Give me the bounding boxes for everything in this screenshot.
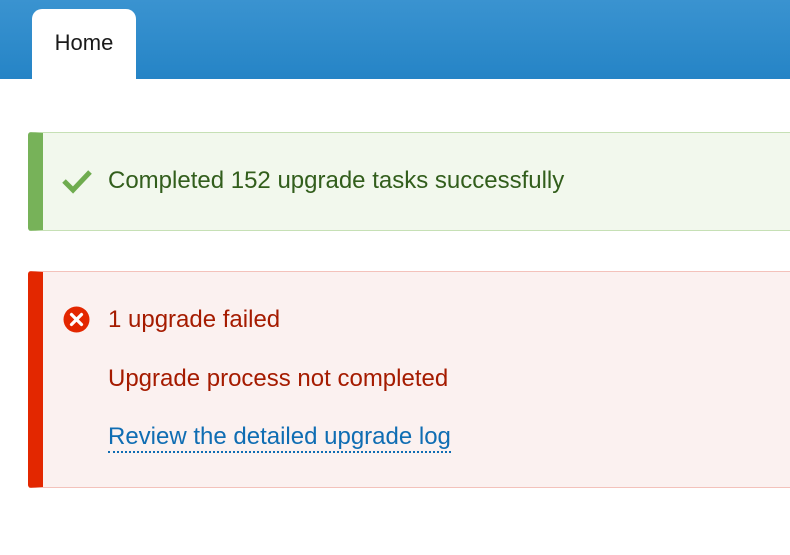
success-text: Completed 152 upgrade tasks successfully xyxy=(108,167,565,194)
top-header-bar: Home xyxy=(0,0,790,79)
checkmark-icon xyxy=(62,170,92,194)
error-message: 1 upgrade failed Upgrade process not com… xyxy=(28,271,790,488)
success-message: Completed 152 upgrade tasks successfully xyxy=(28,132,790,231)
error-x-icon xyxy=(63,306,90,333)
tab-home[interactable]: Home xyxy=(32,9,136,79)
error-title: 1 upgrade failed xyxy=(108,306,281,333)
error-subtitle: Upgrade process not completed xyxy=(108,365,449,392)
review-log-link[interactable]: Review the detailed upgrade log xyxy=(108,423,451,453)
